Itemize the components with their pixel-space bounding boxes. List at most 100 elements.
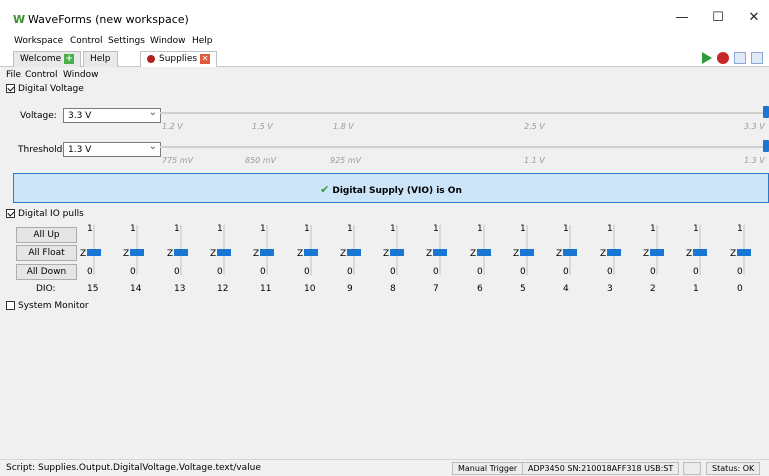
pull-slider-thumb[interactable] — [174, 249, 188, 256]
submenu-control[interactable]: Control — [25, 70, 58, 80]
dio-pin-label: 1 — [693, 284, 699, 294]
threshold-select[interactable]: 1.3 V — [63, 141, 161, 157]
pull-slider-thumb[interactable] — [520, 249, 534, 256]
stop-icon[interactable] — [717, 52, 730, 64]
pull-slider-dio-11[interactable]: 1 Z0 — [251, 221, 291, 291]
all-down-button[interactable]: All Down — [16, 264, 77, 280]
menu-workspace[interactable]: Workspace — [14, 36, 63, 46]
minimize-button[interactable]: — — [667, 10, 697, 28]
pull-down-level: 0 — [87, 267, 93, 277]
pull-slider-thumb[interactable] — [87, 249, 101, 256]
trigger-icon[interactable] — [683, 462, 701, 475]
pull-slider-dio-3[interactable]: 1 Z0 — [598, 221, 638, 291]
submenu-window[interactable]: Window — [63, 70, 99, 80]
pull-down-level: 0 — [130, 267, 136, 277]
pull-slider-thumb[interactable] — [693, 249, 707, 256]
pull-slider-thumb[interactable] — [477, 249, 491, 256]
pull-slider-thumb[interactable] — [347, 249, 361, 256]
add-plus-icon[interactable]: + — [64, 54, 75, 64]
pull-down-level: 0 — [650, 267, 656, 277]
pull-up-level: 1 — [260, 224, 266, 234]
threshold-slider-track[interactable] — [160, 146, 765, 148]
pull-float-level: Z — [600, 249, 607, 259]
digital-voltage-checkbox[interactable] — [6, 83, 15, 93]
pull-up-level: 1 — [607, 224, 613, 234]
pull-slider-thumb[interactable] — [433, 249, 447, 256]
menu-control[interactable]: Control — [70, 36, 103, 46]
pull-slider-thumb[interactable] — [260, 249, 274, 256]
manual-trigger-button[interactable]: Manual Trigger — [452, 462, 524, 475]
pull-slider-dio-6[interactable]: 1 Z0 — [468, 221, 508, 291]
device-info[interactable]: ADP3450 SN:210018AFF318 USB:ST — [522, 462, 680, 475]
pull-slider-thumb[interactable] — [130, 249, 144, 256]
pull-slider-dio-13[interactable]: 1 Z0 — [165, 221, 205, 291]
tab-help[interactable]: Help — [83, 51, 118, 67]
digital-io-pulls-header[interactable]: Digital IO pulls — [6, 208, 84, 219]
pull-up-level: 1 — [650, 224, 656, 234]
layout-icon[interactable] — [751, 52, 763, 64]
pull-slider-thumb[interactable] — [304, 249, 318, 256]
pull-slider-dio-0[interactable]: 1Z0 — [728, 221, 768, 291]
pull-slider-dio-5[interactable]: 1 Z0 — [511, 221, 551, 291]
threshold-slider-thumb[interactable] — [763, 140, 769, 152]
pull-slider-thumb[interactable] — [737, 249, 751, 256]
pull-slider-dio-8[interactable]: 1 Z0 — [381, 221, 421, 291]
pull-slider-dio-12[interactable]: 1 Z0 — [208, 221, 248, 291]
pull-slider-dio-7[interactable]: 1 Z0 — [424, 221, 464, 291]
dio-pin-label: 11 — [260, 284, 272, 294]
close-button[interactable]: ✕ — [739, 10, 769, 28]
pull-slider-dio-1[interactable]: 1 Z0 — [684, 221, 724, 291]
pull-float-level: Z — [123, 249, 130, 259]
pull-slider-dio-2[interactable]: 1 Z0 — [641, 221, 681, 291]
run-icon[interactable] — [702, 52, 713, 64]
pull-float-level: Z — [210, 249, 217, 259]
pull-up-level: 1 — [130, 224, 136, 234]
voltage-slider-track[interactable] — [160, 112, 765, 114]
pull-up-level: 1 — [737, 224, 743, 234]
submenu-file[interactable]: File — [6, 70, 21, 80]
pull-slider-thumb[interactable] — [217, 249, 231, 256]
digital-io-pulls-checkbox[interactable] — [6, 208, 15, 218]
dio-pin-label: 5 — [520, 284, 526, 294]
system-monitor-checkbox[interactable] — [6, 300, 15, 310]
voltage-tick: 3.3 V — [744, 122, 765, 131]
voltage-select[interactable]: 3.3 V — [63, 107, 161, 123]
dio-pin-label: 3 — [607, 284, 613, 294]
pull-float-level: Z — [513, 249, 520, 259]
pull-down-level: 0 — [347, 267, 353, 277]
dio-pin-label: 12 — [217, 284, 229, 294]
pull-slider-thumb[interactable] — [563, 249, 577, 256]
voltage-label: Voltage: — [20, 111, 57, 121]
voltage-tick: 1.2 V — [162, 122, 183, 131]
pull-slider-dio-10[interactable]: 1 Z0 — [295, 221, 335, 291]
system-monitor-header[interactable]: System Monitor — [6, 300, 89, 311]
supplies-icon — [147, 54, 155, 63]
pull-float-level: Z — [470, 249, 477, 259]
pull-slider-thumb[interactable] — [607, 249, 621, 256]
pull-down-level: 0 — [217, 267, 223, 277]
dio-pin-label: 6 — [477, 284, 483, 294]
menu-help[interactable]: Help — [192, 36, 213, 46]
maximize-button[interactable]: ☐ — [703, 10, 733, 28]
pull-up-level: 1 — [693, 224, 699, 234]
tab-supplies[interactable]: Supplies ✕ — [140, 51, 218, 67]
tab-supplies-label: Supplies — [159, 54, 198, 64]
pull-slider-thumb[interactable] — [390, 249, 404, 256]
pull-slider-dio-14[interactable]: 1 Z0 — [121, 221, 161, 291]
pull-down-level: 0 — [433, 267, 439, 277]
pull-up-level: 1 — [477, 224, 483, 234]
menu-settings[interactable]: Settings — [108, 36, 145, 46]
tab-welcome[interactable]: Welcome + — [13, 51, 82, 67]
voltage-slider-thumb[interactable] — [763, 106, 769, 118]
all-up-button[interactable]: All Up — [16, 227, 77, 243]
close-tab-icon[interactable]: ✕ — [200, 54, 211, 64]
all-float-button[interactable]: All Float — [16, 245, 77, 261]
pull-slider-dio-15[interactable]: 1 Z0 — [78, 221, 118, 291]
pull-slider-dio-4[interactable]: 1 Z0 — [554, 221, 594, 291]
document-icon[interactable] — [734, 52, 747, 64]
menu-window[interactable]: Window — [150, 36, 186, 46]
digital-voltage-header[interactable]: Digital Voltage — [6, 83, 84, 94]
pull-slider-thumb[interactable] — [650, 249, 664, 256]
pull-float-level: Z — [253, 249, 260, 259]
pull-slider-dio-9[interactable]: 1 Z0 — [338, 221, 378, 291]
